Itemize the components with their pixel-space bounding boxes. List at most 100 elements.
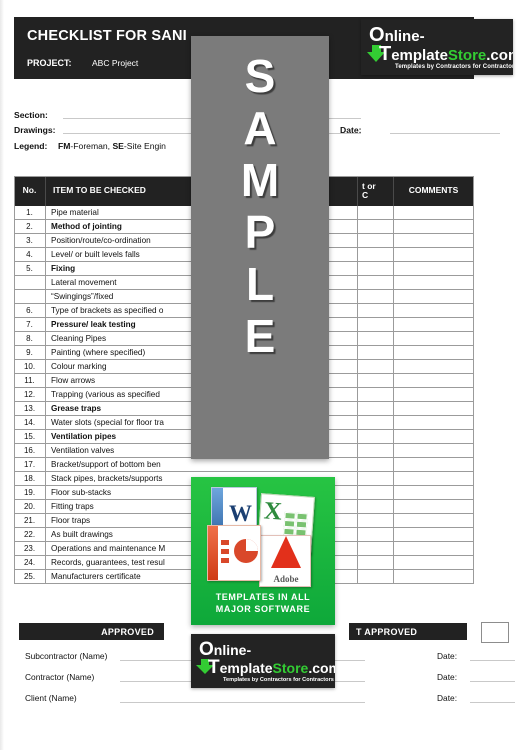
cell-status[interactable]	[358, 430, 393, 443]
software-formats-panel: W X Adobe TEMPLATES IN ALL MAJOR SOFTWAR…	[191, 477, 335, 625]
cell-comments[interactable]	[394, 444, 474, 457]
cell-status[interactable]	[358, 332, 393, 345]
cell-no: 21.	[23, 516, 36, 525]
cell-comments[interactable]	[394, 556, 474, 569]
cell-comments[interactable]	[394, 570, 474, 583]
cell-divider	[45, 402, 46, 416]
cell-no: 25.	[23, 572, 36, 581]
cell-status[interactable]	[358, 248, 393, 261]
cell-status[interactable]	[358, 458, 393, 471]
logo-tagline: Templates by Contractors for Contractors	[395, 64, 513, 70]
cell-no: 9.	[26, 348, 33, 357]
cell-status[interactable]	[358, 528, 393, 541]
cell-no: 1.	[26, 208, 33, 217]
cell-status[interactable]	[358, 542, 393, 555]
powerpoint-icon-pie	[234, 539, 258, 563]
cell-comments[interactable]	[394, 388, 474, 401]
cell-divider	[45, 514, 46, 528]
cell-comments[interactable]	[394, 528, 474, 541]
cell-status[interactable]	[358, 304, 393, 317]
cell-no: 20.	[23, 502, 36, 511]
signatory-subcontractor-label: Subcontractor (Name)	[25, 651, 108, 661]
cell-status[interactable]	[358, 318, 393, 331]
cell-status[interactable]	[358, 262, 393, 275]
cell-divider	[45, 290, 46, 304]
cell-status[interactable]	[358, 388, 393, 401]
cell-status[interactable]	[358, 486, 393, 499]
cell-comments[interactable]	[394, 248, 474, 261]
logo-bottom-line2-mid: emplate	[219, 660, 273, 676]
cell-divider	[45, 374, 46, 388]
sample-letter: A	[243, 102, 277, 154]
cell-comments[interactable]	[394, 276, 474, 289]
cell-no: 10.	[23, 362, 36, 371]
logo-line2-cap: T	[379, 43, 392, 65]
cell-comments[interactable]	[394, 472, 474, 485]
logo-bottom-line2: TemplateStore.com	[208, 657, 335, 679]
cell-comments[interactable]	[394, 318, 474, 331]
cell-status[interactable]	[358, 444, 393, 457]
online-template-store-logo-bottom: Online- TemplateStore.com Templates by C…	[191, 634, 335, 688]
cell-status[interactable]	[358, 206, 393, 219]
cell-status[interactable]	[358, 402, 393, 415]
cell-divider	[45, 206, 46, 220]
table-row: 17. Bracket/support of bottom ben	[14, 458, 474, 472]
cell-no: 22.	[23, 530, 36, 539]
approved-bar: APPROVED	[19, 623, 164, 640]
cell-comments[interactable]	[394, 360, 474, 373]
cell-no: 13.	[23, 404, 36, 413]
cell-divider	[45, 542, 46, 556]
cell-status[interactable]	[358, 570, 393, 583]
cell-status[interactable]	[358, 234, 393, 247]
cell-comments[interactable]	[394, 542, 474, 555]
cell-status[interactable]	[358, 416, 393, 429]
cell-comments[interactable]	[394, 234, 474, 247]
cell-no: 15.	[23, 432, 36, 441]
cell-no	[14, 290, 45, 303]
cell-divider	[45, 556, 46, 570]
cell-status[interactable]	[358, 290, 393, 303]
cell-comments[interactable]	[394, 458, 474, 471]
cell-status[interactable]	[358, 556, 393, 569]
date-label-row3: Date:	[437, 693, 458, 703]
cell-status[interactable]	[358, 220, 393, 233]
cell-comments[interactable]	[394, 416, 474, 429]
cell-comments[interactable]	[394, 220, 474, 233]
signatory-client-rule[interactable]	[120, 702, 365, 703]
cell-comments[interactable]	[394, 206, 474, 219]
date-rule-row1[interactable]	[470, 660, 515, 661]
not-approved-checkbox[interactable]	[481, 622, 509, 643]
cell-no: 3.	[26, 236, 33, 245]
cell-comments[interactable]	[394, 486, 474, 499]
cell-comments[interactable]	[394, 402, 474, 415]
sample-letters: SAMPLE	[191, 50, 329, 362]
cell-comments[interactable]	[394, 514, 474, 527]
cell-comments[interactable]	[394, 332, 474, 345]
cell-comments[interactable]	[394, 304, 474, 317]
not-approved-bar: T APPROVED	[349, 623, 467, 640]
cell-status[interactable]	[358, 374, 393, 387]
cell-comments[interactable]	[394, 374, 474, 387]
cell-status[interactable]	[358, 472, 393, 485]
software-caption-line2: MAJOR SOFTWARE	[215, 604, 311, 614]
date-rule-row2[interactable]	[470, 681, 515, 682]
cell-status[interactable]	[358, 276, 393, 289]
sample-letter: M	[240, 154, 280, 206]
cell-comments[interactable]	[394, 262, 474, 275]
page-title: CHECKLIST FOR SANI	[27, 28, 187, 44]
cell-comments[interactable]	[394, 346, 474, 359]
cell-divider	[45, 486, 46, 500]
legend-se: SE	[112, 141, 124, 151]
cell-no: 24.	[23, 558, 36, 567]
cell-divider	[45, 472, 46, 486]
cell-comments[interactable]	[394, 500, 474, 513]
cell-comments[interactable]	[394, 290, 474, 303]
cell-comments[interactable]	[394, 430, 474, 443]
date-input-rule[interactable]	[390, 133, 500, 134]
cell-status[interactable]	[358, 500, 393, 513]
date-rule-row3[interactable]	[470, 702, 515, 703]
cell-status[interactable]	[358, 514, 393, 527]
cell-status[interactable]	[358, 346, 393, 359]
cell-no: 11.	[24, 376, 35, 385]
cell-status[interactable]	[358, 360, 393, 373]
